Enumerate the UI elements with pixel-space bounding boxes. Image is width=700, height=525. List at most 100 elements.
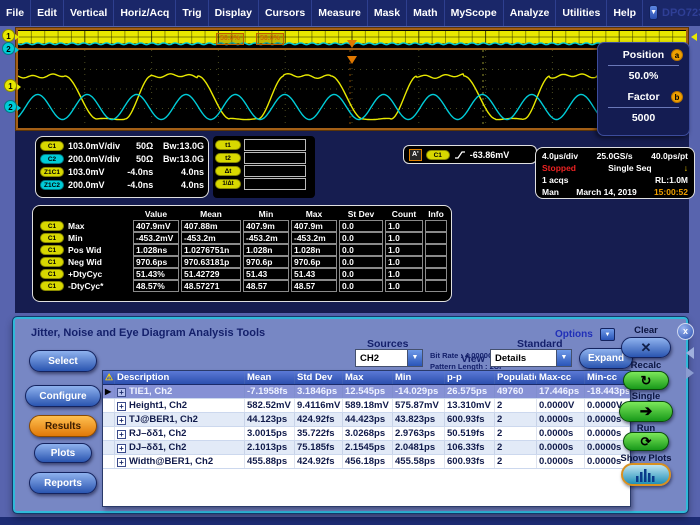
menu-overflow-dropdown-icon[interactable]: ▼ [649, 5, 658, 20]
trigger-source-badge: C1 [426, 150, 450, 160]
date-value: March 14, 2019 [576, 186, 636, 198]
ch2-termination: 50Ω [124, 154, 153, 164]
zoom1-ch2-scale: 200.0mV [64, 180, 124, 190]
zoom1-ch1-end: 4.0ns [153, 167, 204, 177]
menu-math[interactable]: Math [407, 0, 445, 26]
meas-header-stdev: St Dev [338, 208, 384, 220]
results-row-height1[interactable]: +Height1, Ch2 582.52mV 9.4116mV 589.18mV… [103, 399, 630, 413]
menu-utilities[interactable]: Utilities [556, 0, 607, 26]
ch1-bandwidth: Bw:13.0G [153, 141, 204, 151]
menu-horiz-acq[interactable]: Horiz/Acq [114, 0, 176, 26]
cursor-t1-badge: t1 [215, 140, 241, 150]
resolution-value: 40.0ps/pt [651, 150, 688, 162]
meas-source-badge: C1 [40, 269, 64, 279]
menu-file[interactable]: File [0, 0, 31, 26]
nav-select-button[interactable]: Select [29, 350, 97, 372]
cursor-readouts-box: t1 -6.0µs t2 7.36µs Δt 13.36µs 1/Δt 74.8… [213, 136, 315, 198]
menu-measure[interactable]: Measure [312, 0, 368, 26]
results-row-dj1[interactable]: +DJ–δδ1, Ch2 2.1013ps 75.185fs 2.1545ps … [103, 441, 630, 455]
col-pp: p-p [445, 371, 495, 384]
scope-model-label: DPO72304SX [662, 7, 700, 19]
results-table-header: ⚠ Description Mean Std Dev Max Min p-p P… [103, 371, 630, 385]
menu-help[interactable]: Help [607, 0, 643, 26]
single-button[interactable]: ➔ [619, 401, 673, 422]
meas-header-info: Info [424, 208, 448, 220]
zoom1-ch1-badge: Z1C1 [40, 167, 64, 177]
menu-edit[interactable]: Edit [31, 0, 64, 26]
meas-header-mean: Mean [180, 208, 242, 220]
acquisition-status: Stopped [542, 162, 576, 174]
expand-row-icon[interactable]: + [117, 388, 126, 397]
ch1-badge: C1 [40, 141, 64, 151]
menu-vertical[interactable]: Vertical [64, 0, 114, 26]
ch1-scale: 103.0mV/div [64, 141, 124, 151]
zoom1-ch1-start: -4.0ns [124, 167, 153, 177]
channel2-position-marker[interactable]: 2 [4, 100, 17, 113]
zoom-window-marker-left[interactable]: 50.0% [216, 33, 244, 45]
channel1-level-arrow-icon [691, 33, 697, 41]
trigger-arrow-icon: ↓ [684, 162, 688, 174]
nav-results-button[interactable]: Results [29, 415, 97, 437]
results-row-tie1[interactable]: ▶ +TIE1, Ch2 -7.1958fs 3.1846ps 12.545ps… [103, 385, 630, 399]
menu-analyze[interactable]: Analyze [504, 0, 557, 26]
results-row-width1[interactable]: +Width@BER1, Ch2 455.88ps 424.92fs 456.1… [103, 455, 630, 469]
trigger-position-overview-icon[interactable] [347, 40, 357, 48]
menu-cursors[interactable]: Cursors [259, 0, 312, 26]
zoom-window-marker-right[interactable]: 50.0% [256, 33, 284, 45]
view-select[interactable]: Details▼ [490, 349, 572, 367]
measurement-table-panel: Value Mean Min Max St Dev Count Info C1M… [32, 205, 452, 302]
clear-label: Clear [611, 325, 681, 336]
histogram-icon [635, 468, 657, 482]
zoom-position-factor-popup: Position a 50.0% Factor b 5000 [597, 42, 690, 136]
vertical-readouts-box: C1 103.0mV/div 50Ω Bw:13.0G C2 200.0mV/d… [35, 136, 209, 198]
meas-header-count: Count [384, 208, 424, 220]
collapse-left-icon[interactable] [686, 347, 694, 359]
nav-reports-button[interactable]: Reports [29, 472, 97, 494]
results-row-rj1[interactable]: +RJ–δδ1, Ch2 3.0015ps 35.722fs 3.0268ps … [103, 427, 630, 441]
channel1-overview-marker[interactable]: 1 [2, 29, 15, 42]
position-label: Position [623, 49, 664, 61]
timebase-value: 4.0µs/div [542, 150, 578, 162]
bottom-bar [0, 517, 700, 525]
ch2-bandwidth: Bw:13.0G [153, 154, 204, 164]
run-button[interactable]: ⟳ [623, 432, 669, 451]
meas-header-min: Min [242, 208, 290, 220]
source-select[interactable]: CH2▼ [355, 349, 423, 367]
expand-row-icon[interactable]: + [117, 416, 126, 425]
show-plots-button[interactable] [621, 463, 671, 486]
nav-plots-button[interactable]: Plots [34, 443, 92, 463]
nav-configure-button[interactable]: Configure [25, 385, 101, 407]
acquisition-mode: Single Seq [608, 162, 651, 174]
ch1-termination: 50Ω [124, 141, 153, 151]
chevron-down-icon[interactable]: ▼ [407, 350, 422, 366]
meas-source-badge: C1 [40, 257, 64, 267]
record-length: RL:1.0M [655, 174, 688, 186]
menu-mask[interactable]: Mask [368, 0, 407, 26]
menu-myscope[interactable]: MyScope [445, 0, 504, 26]
menu-trig[interactable]: Trig [176, 0, 208, 26]
results-row-tjber1[interactable]: +TJ@BER1, Ch2 44.123ps 424.92fs 44.423ps… [103, 413, 630, 427]
expand-row-icon[interactable]: + [117, 402, 126, 411]
factor-label: Factor [627, 91, 659, 103]
recalc-button[interactable]: ↻ [623, 371, 669, 390]
chevron-down-icon[interactable]: ▼ [556, 350, 571, 366]
menu-display[interactable]: Display [209, 0, 259, 26]
zoom1-ch2-end: 4.0ns [153, 180, 204, 190]
recalc-label: Recalc [611, 360, 681, 371]
factor-value: 5000 [598, 112, 689, 124]
channel1-position-marker[interactable]: 1 [4, 79, 17, 92]
channel2-overview-marker[interactable]: 2 [2, 42, 15, 55]
meas-source-badge: C1 [40, 233, 64, 243]
trigger-position-icon[interactable] [347, 56, 357, 64]
zoom1-ch2-start: -4.0ns [124, 180, 153, 190]
expand-row-icon[interactable]: + [117, 458, 126, 467]
expand-row-icon[interactable]: + [117, 444, 126, 453]
collapse-right-icon[interactable] [686, 367, 694, 379]
expand-row-icon[interactable]: + [117, 430, 126, 439]
col-population: Population [495, 371, 537, 384]
col-mean: Mean [245, 371, 295, 384]
clear-button[interactable]: ✕ [621, 337, 671, 358]
cursor-delta-t-badge: Δt [215, 166, 241, 176]
view-label: View [461, 353, 485, 365]
trigger-level-value: -63.86mV [470, 150, 510, 160]
